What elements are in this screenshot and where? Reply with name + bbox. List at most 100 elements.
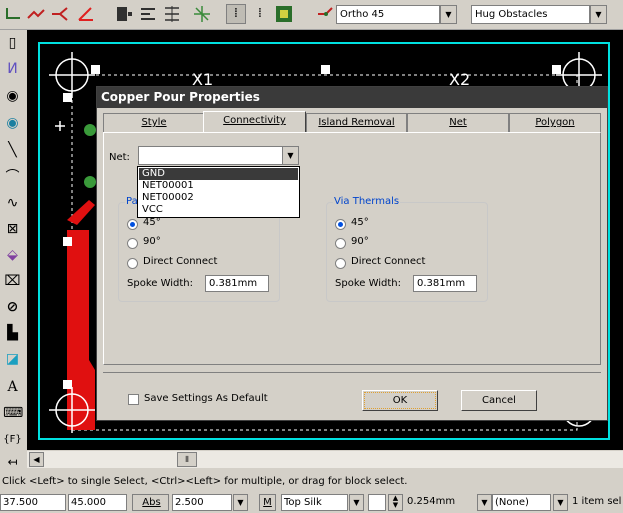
handle-6	[63, 93, 72, 102]
tab-net[interactable]: Net	[407, 113, 509, 132]
tab-polygon[interactable]: Polygon	[509, 113, 601, 132]
metric-toggle-button[interactable]: M	[259, 494, 276, 511]
pad-green-2	[84, 176, 96, 188]
component-icon[interactable]: ▙	[3, 324, 22, 343]
attribute-icon[interactable]: ⌨	[3, 404, 23, 423]
layer-dropdown-icon[interactable]: ▼	[349, 494, 364, 511]
y-coordinate[interactable]: 45.000	[68, 494, 127, 511]
align-icon[interactable]	[138, 4, 158, 24]
horizontal-scrollbar[interactable]: ◀ ⦀	[27, 451, 623, 468]
net-label: Net:	[109, 152, 130, 163]
dialog-title: Copper Pour Properties	[97, 87, 607, 108]
origin-marker	[55, 121, 65, 131]
select-icon[interactable]: ▯	[3, 34, 22, 53]
net-option-net00001[interactable]: NET00001	[139, 180, 298, 192]
pad-green	[84, 124, 96, 136]
keepout-icon[interactable]: ⊘	[3, 298, 22, 317]
pad-direct-label: Direct Connect	[143, 256, 218, 267]
via-direct-label: Direct Connect	[351, 256, 426, 267]
arc-icon[interactable]: ⌒	[3, 168, 22, 187]
layer-select[interactable]: Top Silk	[281, 494, 348, 511]
pad-direct-radio[interactable]	[127, 258, 138, 269]
net-filter-dropdown-icon-2[interactable]: ▼	[553, 494, 568, 511]
copper-pour-dialog: Copper Pour Properties Style Connectivit…	[96, 86, 608, 421]
handle-4	[63, 237, 72, 246]
pad-icon[interactable]: ◉	[3, 114, 22, 133]
pad-spoke-width-input[interactable]: 0.381mm	[205, 275, 269, 292]
obstacle-mode-dropdown-icon[interactable]: ▼	[590, 5, 607, 24]
via-90-radio[interactable]	[335, 238, 346, 249]
status-bar: 37.500 45.000 Abs 2.500 ▼ M Top Silk ▼ ▲…	[0, 492, 623, 513]
cutout-icon[interactable]: ⌧	[3, 272, 22, 291]
pad-90-radio[interactable]	[127, 238, 138, 249]
grid-size-input[interactable]: 2.500	[172, 494, 232, 511]
distribute-icon[interactable]	[162, 4, 182, 24]
copper-trace	[67, 230, 95, 430]
polyline-icon[interactable]: ∿	[3, 194, 22, 213]
line-icon[interactable]: ╲	[3, 141, 22, 160]
width-spinner-icon[interactable]: ▲ ▼	[388, 494, 403, 511]
via-spoke-width-input[interactable]: 0.381mm	[413, 275, 477, 292]
via-45-label: 45°	[351, 217, 369, 228]
handle-3	[552, 65, 561, 74]
grid-dropdown-icon[interactable]: ▼	[233, 494, 248, 511]
layer-color-swatch[interactable]	[368, 494, 386, 511]
tab-island-removal[interactable]: Island Removal	[306, 113, 407, 132]
pad-45-label: 45°	[143, 217, 161, 228]
divider	[103, 372, 601, 373]
dimension-icon[interactable]: ↤	[3, 453, 22, 472]
via-icon[interactable]: ◉	[3, 87, 22, 106]
via-45-radio[interactable]	[335, 219, 346, 230]
abs-toggle-button[interactable]: Abs	[132, 494, 169, 511]
copper-trace-2	[67, 200, 95, 225]
via-spoke-label: Spoke Width:	[335, 278, 402, 289]
left-toolbar: ▯ И ◉ ◉ ╲ ⌒ ∿ ⊠ ⬙ ⌧ ⊘ ▙ ◪ A ⌨ {F}	[0, 30, 26, 450]
pad-spoke-label: Spoke Width:	[127, 278, 194, 289]
scroll-left-icon[interactable]: ◀	[29, 452, 44, 467]
route-icon[interactable]: И	[3, 60, 22, 79]
scroll-thumb[interactable]: ⦀	[177, 452, 197, 467]
net-option-gnd[interactable]: GND	[139, 168, 298, 180]
save-default-checkbox[interactable]	[128, 394, 139, 405]
status-message: Click <Left> to single Select, <Ctrl><Le…	[2, 476, 408, 487]
fanout-icon[interactable]	[50, 4, 70, 24]
crosshair-tl	[49, 52, 95, 98]
route-mode-dropdown-icon[interactable]: ▼	[440, 5, 457, 24]
tab-connectivity[interactable]: Connectivity	[203, 111, 306, 133]
net-option-vcc[interactable]: VCC	[139, 204, 298, 216]
route-mode-icon[interactable]	[316, 4, 336, 24]
handle-1	[91, 65, 100, 74]
width-input[interactable]: 0.254mm	[405, 494, 476, 511]
selection-count: 1 item sel	[570, 494, 623, 511]
route-trace-icon[interactable]	[4, 4, 24, 24]
copper-pour-icon[interactable]: ⬙	[3, 246, 22, 265]
x-coordinate[interactable]: 37.500	[0, 494, 66, 511]
board-outline-icon[interactable]: ◪	[3, 350, 22, 369]
net-select[interactable]	[138, 146, 283, 165]
ratsnest-icon[interactable]	[192, 4, 212, 24]
text-icon[interactable]: A	[3, 378, 22, 397]
route-mode-select[interactable]: Ortho 45	[336, 5, 440, 24]
function-icon[interactable]: {F}	[3, 430, 22, 449]
board-view-icon[interactable]	[274, 4, 294, 24]
cancel-button[interactable]: Cancel	[461, 390, 537, 411]
handle-5	[63, 380, 72, 389]
main-toolbar: ⁞ ⁞ Ortho 45 ▼ Hug Obstacles ▼	[0, 0, 623, 30]
net-dropdown-icon[interactable]: ▼	[282, 146, 299, 165]
net-option-net00002[interactable]: NET00002	[139, 192, 298, 204]
via-90-label: 90°	[351, 236, 369, 247]
net-filter-select[interactable]: (None)	[492, 494, 551, 511]
pad-45-radio[interactable]	[127, 219, 138, 230]
toggle-snap-icon[interactable]: ⁞	[226, 4, 246, 24]
place-part-icon[interactable]	[114, 4, 134, 24]
obstacle-mode-select[interactable]: Hug Obstacles	[471, 5, 590, 24]
corner-icon[interactable]	[76, 4, 96, 24]
via-direct-radio[interactable]	[335, 258, 346, 269]
toggle-layer-icon[interactable]: ⁞	[250, 4, 270, 24]
rectangle-icon[interactable]: ⊠	[3, 220, 22, 239]
tab-style[interactable]: Style	[103, 113, 205, 132]
ok-button[interactable]: OK	[362, 390, 438, 411]
save-default-label: Save Settings As Default	[144, 393, 268, 404]
net-filter-dropdown-icon[interactable]: ▼	[477, 494, 492, 511]
route-bus-icon[interactable]	[26, 4, 46, 24]
